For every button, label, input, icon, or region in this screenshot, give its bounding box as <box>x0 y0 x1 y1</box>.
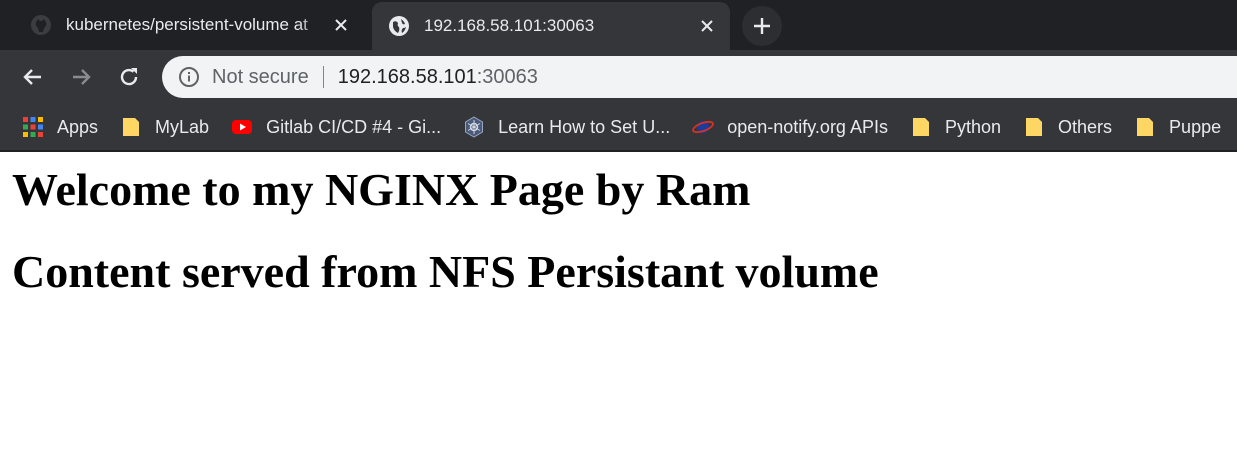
bookmark-others[interactable]: Others <box>1023 116 1112 138</box>
tab-title: kubernetes/persistent-volume at <box>66 15 308 34</box>
new-tab-button[interactable] <box>742 6 782 46</box>
plus-icon <box>754 18 770 34</box>
bookmark-mylab[interactable]: MyLab <box>120 116 209 138</box>
back-button[interactable] <box>18 62 48 92</box>
tab-strip: kubernetes/persistent-volume at 192.168.… <box>0 0 1237 50</box>
bookmark-gitlab-video[interactable]: Gitlab CI/CD #4 - Gi... <box>231 116 441 138</box>
url-host: 192.168.58.101 <box>337 65 477 88</box>
info-icon[interactable] <box>178 66 200 88</box>
tab-github[interactable]: kubernetes/persistent-volume at <box>14 2 364 48</box>
apps-grid-icon <box>23 117 43 137</box>
address-bar[interactable]: Not secure 192.168.58.101:30063 <box>162 56 1237 98</box>
folder-icon <box>1137 118 1154 136</box>
close-tab-icon[interactable] <box>696 15 718 37</box>
bookmark-label: MyLab <box>155 116 210 137</box>
tab-title: 192.168.58.101:30063 <box>424 16 595 35</box>
github-icon <box>31 15 51 35</box>
bookmark-label: Puppe <box>1169 116 1222 137</box>
reload-icon <box>120 68 138 86</box>
back-arrow-icon <box>23 69 41 85</box>
folder-icon <box>1026 118 1043 136</box>
bookmark-label: Python <box>944 116 1002 137</box>
folder-icon <box>123 118 140 136</box>
bookmark-puppet[interactable]: Puppe <box>1134 116 1221 138</box>
page-content: Welcome to my NGINX Page by Ram Content … <box>0 152 1237 345</box>
page-heading-welcome: Welcome to my NGINX Page by Ram <box>12 164 751 215</box>
forward-arrow-icon <box>73 69 91 85</box>
url-port: :30063 <box>476 65 538 88</box>
security-status[interactable]: Not secure <box>212 66 309 89</box>
bookmark-label: Learn How to Set U... <box>498 116 671 137</box>
tab-active-page[interactable]: 192.168.58.101:30063 <box>372 2 730 50</box>
bookmarks-bar: Apps MyLab Gitlab CI/CD #4 - Gi... Learn… <box>0 104 1237 152</box>
kubernetes-icon <box>465 116 484 138</box>
bookmark-open-notify[interactable]: open-notify.org APIs <box>692 116 888 138</box>
folder-icon <box>912 118 929 136</box>
bookmark-learn-setup[interactable]: Learn How to Set U... <box>463 116 670 138</box>
toolbar: Not secure 192.168.58.101:30063 <box>0 50 1237 104</box>
reload-button[interactable] <box>114 62 144 92</box>
bookmark-label: Gitlab CI/CD #4 - Gi... <box>266 116 442 137</box>
close-tab-icon[interactable] <box>330 14 352 36</box>
planet-icon <box>692 120 715 134</box>
bookmark-python[interactable]: Python <box>910 116 1001 138</box>
globe-icon <box>389 16 409 36</box>
youtube-icon <box>232 120 253 134</box>
page-heading-content: Content served from NFS Persistant volum… <box>12 246 879 298</box>
bookmark-label: open-notify.org APIs <box>727 116 888 137</box>
forward-button[interactable] <box>66 62 96 92</box>
bookmark-label: Apps <box>57 116 99 137</box>
bookmark-label: Others <box>1058 116 1113 137</box>
bookmark-apps[interactable]: Apps <box>22 116 98 138</box>
address-divider <box>322 66 324 88</box>
